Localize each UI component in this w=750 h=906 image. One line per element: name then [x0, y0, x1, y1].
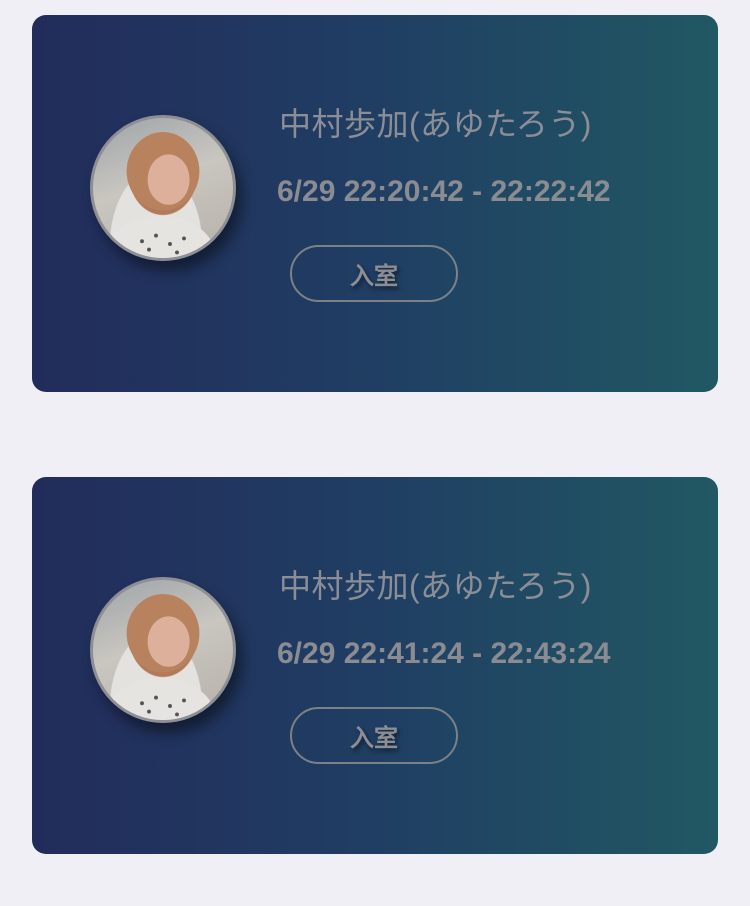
avatar [90, 115, 236, 261]
enter-room-button[interactable]: 入室 [290, 245, 458, 302]
avatar-photo [104, 132, 217, 258]
user-name: 中村歩加(あゆたろう) [279, 568, 592, 604]
avatar-photo [104, 594, 217, 720]
room-card: 中村歩加(あゆたろう) 6/29 22:20:42 - 22:22:42 入室 [32, 15, 718, 392]
time-range: 6/29 22:20:42 - 22:22:42 [277, 175, 611, 208]
time-range: 6/29 22:41:24 - 22:43:24 [277, 637, 611, 670]
room-card: 中村歩加(あゆたろう) 6/29 22:41:24 - 22:43:24 入室 [32, 477, 718, 854]
enter-room-button[interactable]: 入室 [290, 707, 458, 764]
avatar [90, 577, 236, 723]
user-name: 中村歩加(あゆたろう) [279, 106, 592, 142]
